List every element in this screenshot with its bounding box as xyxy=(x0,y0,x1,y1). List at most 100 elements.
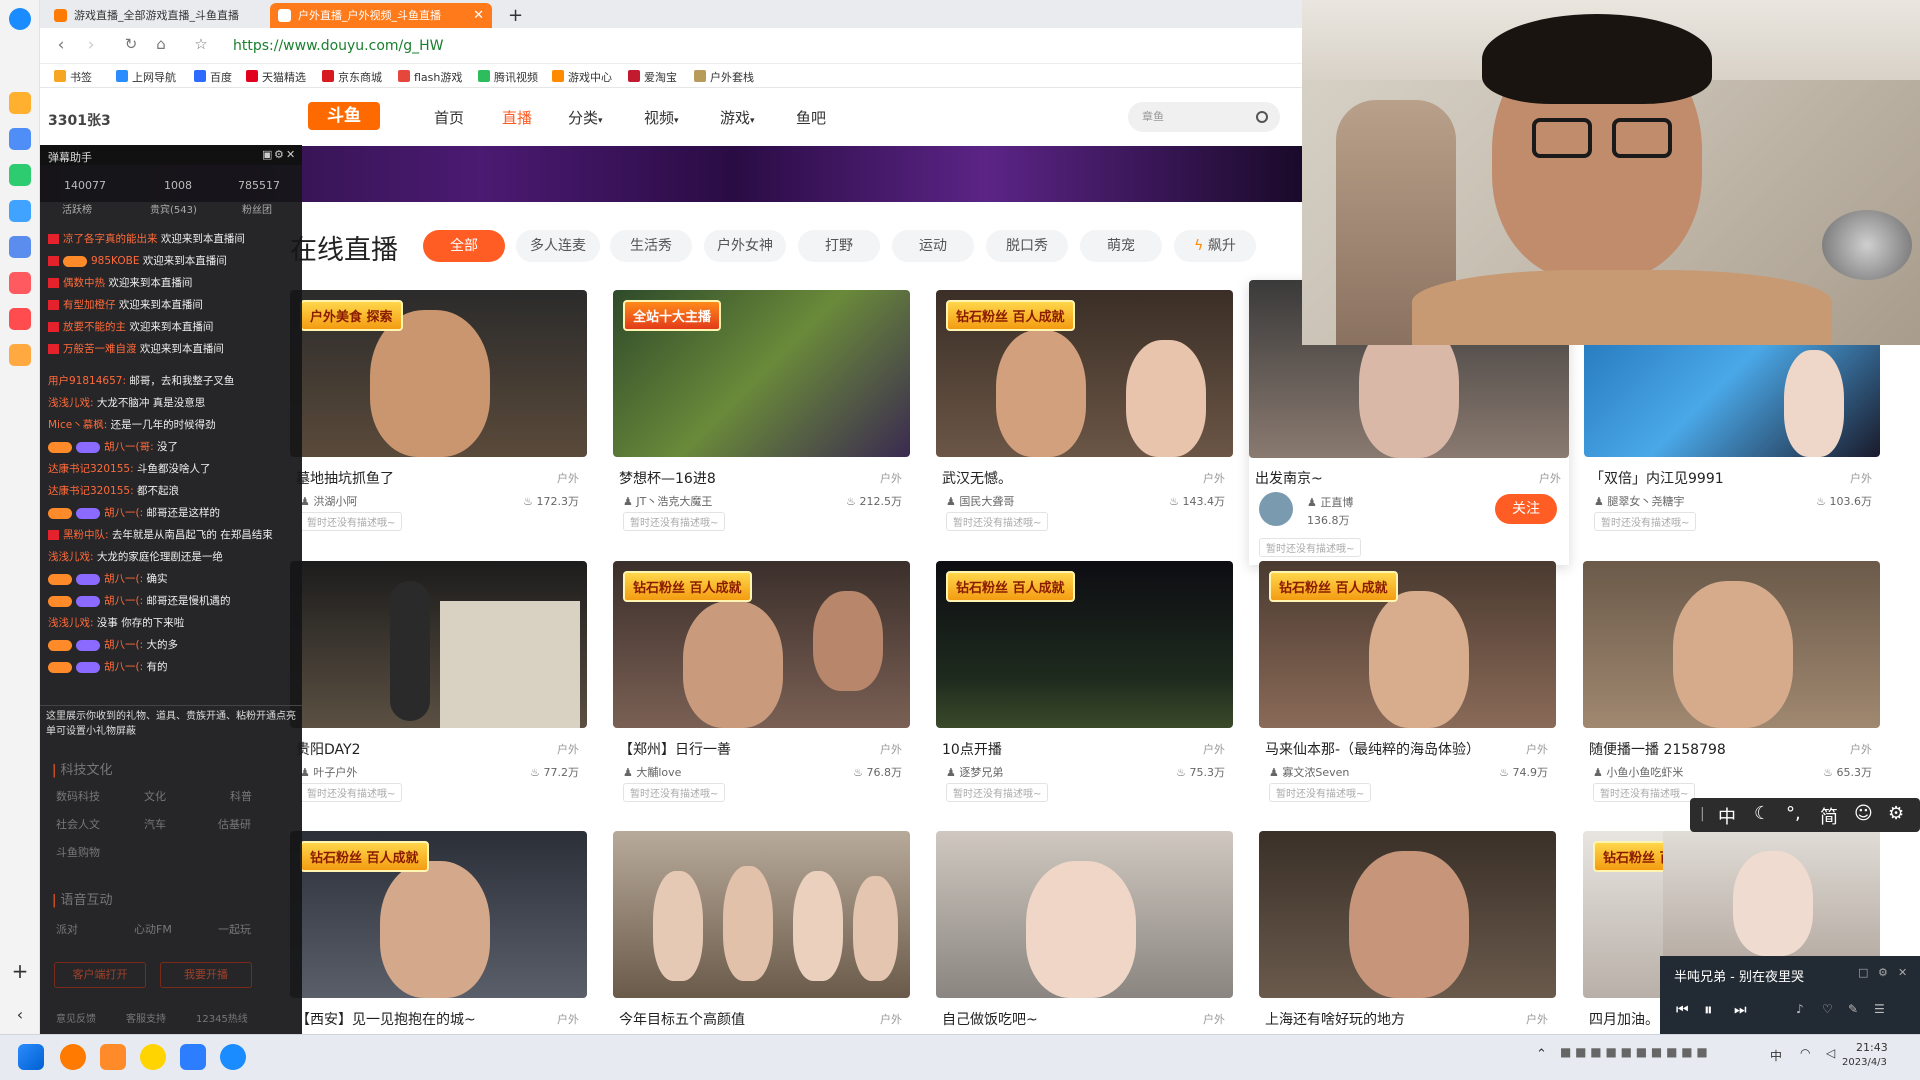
feedback-link[interactable]: 意见反馈 xyxy=(56,1010,96,1025)
refresh-icon[interactable]: ↻ xyxy=(120,35,142,53)
stream-card[interactable]: 贵阳DAY2 户外 ♟ 叶子户外 ♨ 77.2万 暂时还没有描述哦~ xyxy=(290,561,587,813)
stream-thumbnail[interactable]: 钻石粉丝 百人成就 xyxy=(1259,561,1556,728)
douyu-logo[interactable]: 斗鱼 xyxy=(308,102,380,130)
stream-category[interactable]: 户外 xyxy=(1203,741,1225,757)
category-link[interactable]: 心动FM xyxy=(134,921,172,937)
stream-card[interactable]: 钻石粉丝 百人成就 【郑州】日行一善 户外 ♟ 大黼love ♨ 76.8万 暂… xyxy=(613,561,910,813)
favorites-icon[interactable] xyxy=(9,92,31,114)
stream-card[interactable]: 上海还有啥好玩的地方 户外 xyxy=(1259,831,1556,1034)
filter-talk-show[interactable]: 脱口秀 xyxy=(986,230,1068,262)
ime-chinese-toggle[interactable]: 中 xyxy=(1718,803,1736,829)
nav-yuba[interactable]: 鱼吧 xyxy=(796,107,826,128)
stream-category[interactable]: 户外 xyxy=(1203,470,1225,486)
clock-time[interactable]: 21:43 xyxy=(1856,1041,1888,1054)
prev-icon[interactable]: ⏮ xyxy=(1676,1002,1689,1018)
pdf-icon[interactable] xyxy=(9,308,31,330)
stream-card[interactable]: 全站十大主播 梦想杯—16进8 户外 ♟ JT丶浩克大魔王 ♨ 212.5万 暂… xyxy=(613,290,910,542)
stream-title[interactable]: 上海还有啥好玩的地方 xyxy=(1265,1009,1525,1029)
stream-category[interactable]: 户外 xyxy=(880,741,902,757)
category-link[interactable]: 科普 xyxy=(230,788,252,804)
stream-thumbnail[interactable] xyxy=(290,561,587,728)
chat-tab-vip[interactable]: 贵宾(543) xyxy=(150,201,197,216)
app-icon[interactable] xyxy=(140,1044,166,1070)
filter-multi-mic[interactable]: 多人连麦 xyxy=(516,230,600,262)
streamer-name[interactable]: ♟ 小鱼小鱼吃虾米 xyxy=(1593,764,1683,780)
stream-card[interactable]: 自己做饭吃吧~ 户外 xyxy=(936,831,1233,1034)
category-link[interactable]: 社会人文 xyxy=(56,816,100,832)
nav-live[interactable]: 直播 xyxy=(502,107,532,128)
clock-date[interactable]: 2023/4/3 xyxy=(1842,1057,1887,1068)
stream-category[interactable]: 户外 xyxy=(557,741,579,757)
ime-simplified-toggle[interactable]: 简 xyxy=(1820,803,1838,829)
stream-thumbnail[interactable] xyxy=(936,831,1233,998)
bookmark-item[interactable]: flash游戏 xyxy=(398,69,462,85)
stream-title[interactable]: 随便播一播 2158798 xyxy=(1589,739,1849,759)
category-link[interactable]: 估基研 xyxy=(218,816,251,832)
stream-card[interactable]: 钻石粉丝 百人成就 四月加油。 xyxy=(1583,831,1663,1034)
category-link[interactable]: 斗鱼购物 xyxy=(56,844,100,860)
nav-game[interactable]: 游戏▾ xyxy=(720,107,755,128)
stream-card[interactable]: 钻石粉丝 百人成就 马来仙本那-（最纯粹的海岛体验） 户外 ♟ 寡文浓Seven… xyxy=(1259,561,1556,813)
stream-thumbnail[interactable] xyxy=(1259,831,1556,998)
chat-tab-active[interactable]: 活跃榜 xyxy=(62,201,92,216)
stream-title[interactable]: 贵阳DAY2 xyxy=(296,739,556,759)
stream-title[interactable]: 自己做饭吃吧~ xyxy=(942,1009,1202,1029)
nav-home[interactable]: 首页 xyxy=(434,107,464,128)
tab-game-live[interactable]: 游戏直播_全部游戏直播_斗鱼直播 xyxy=(46,3,266,28)
nav-video[interactable]: 视频▾ xyxy=(644,107,679,128)
translate-icon[interactable] xyxy=(9,272,31,294)
add-icon[interactable]: + xyxy=(9,960,31,982)
bookmark-item[interactable]: 书签 xyxy=(54,69,92,85)
avatar[interactable] xyxy=(1259,492,1293,526)
qq-browser-icon[interactable] xyxy=(220,1044,246,1070)
stream-thumbnail[interactable]: 钻石粉丝 百人成就 xyxy=(936,290,1233,457)
streamer-name[interactable]: ♟ 国民大聋哥 xyxy=(946,493,1014,509)
follow-button[interactable]: 关注 xyxy=(1495,494,1557,524)
bookmark-item[interactable]: 天猫精选 xyxy=(246,69,306,85)
stream-thumbnail[interactable] xyxy=(613,831,910,998)
stream-category[interactable]: 户外 xyxy=(1539,470,1561,486)
streamer-name[interactable]: ♟ 寡文浓Seven xyxy=(1269,764,1349,780)
wechat-icon[interactable] xyxy=(9,164,31,186)
streamer-name[interactable]: ♟ 大黼love xyxy=(623,764,681,780)
close-icon[interactable]: ✕ xyxy=(286,148,295,161)
stream-title[interactable]: 梦想杯—16进8 xyxy=(619,468,879,488)
moon-icon[interactable]: ☾ xyxy=(1754,803,1770,824)
punctuation-icon[interactable]: °, xyxy=(1786,803,1801,824)
bookmark-item[interactable]: 京东商城 xyxy=(322,69,382,85)
streamer-name[interactable]: ♟ 腿翠女丶尧糖宇 xyxy=(1594,493,1684,509)
filter-sports[interactable]: 运动 xyxy=(892,230,974,262)
close-icon[interactable]: ✕ xyxy=(1898,966,1907,979)
cloud-icon[interactable] xyxy=(9,200,31,222)
stream-title[interactable]: 马来仙本那-（最纯粹的海岛体验） xyxy=(1265,739,1525,759)
bookmark-item[interactable]: 百度 xyxy=(194,69,232,85)
chart-icon[interactable] xyxy=(9,236,31,258)
clock-icon[interactable] xyxy=(9,128,31,150)
category-link[interactable]: 数码科技 xyxy=(56,788,100,804)
streamer-name[interactable]: ♟ JT丶浩克大魔王 xyxy=(623,493,712,509)
filter-rising[interactable]: ϟ 飙升 xyxy=(1174,230,1256,262)
streamer-name[interactable]: ♟ 洪湖小阿 xyxy=(300,493,357,509)
search-input[interactable]: 章鱼 xyxy=(1128,102,1280,132)
stream-card[interactable]: 今年目标五个高颜值 户外 xyxy=(613,831,910,1034)
stream-title[interactable]: 今年目标五个高颜值 xyxy=(619,1009,879,1029)
gear-icon[interactable]: ⚙ xyxy=(274,148,284,161)
heart-icon[interactable]: ♡ xyxy=(1822,1002,1833,1016)
back-icon[interactable]: ‹ xyxy=(50,35,72,55)
category-link[interactable]: 文化 xyxy=(144,788,166,804)
stream-title[interactable]: 墓地抽坑抓鱼了 xyxy=(296,468,556,488)
bookmark-item[interactable]: 游戏中心 xyxy=(552,69,612,85)
stream-card[interactable]: 钻石粉丝 百人成就 【西安】见一见抱抱在的城~ 户外 xyxy=(290,831,587,1034)
category-link[interactable]: 派对 xyxy=(56,921,78,937)
lock-icon[interactable]: ▣ xyxy=(262,148,272,161)
pause-icon[interactable]: ⏸ xyxy=(1704,1000,1713,1020)
stream-category[interactable]: 户外 xyxy=(1526,1011,1548,1027)
stream-category[interactable]: 户外 xyxy=(1850,470,1872,486)
support-link[interactable]: 客服支持 xyxy=(126,1010,166,1025)
input-lang[interactable]: 中 xyxy=(1770,1047,1782,1064)
stream-card[interactable]: 钻石粉丝 百人成就 10点开播 户外 ♟ 逐梦兄弟 ♨ 75.3万 暂时还没有描… xyxy=(936,561,1233,813)
window-icon[interactable]: □ xyxy=(1858,966,1868,979)
start-stream-button[interactable]: 我要开播 xyxy=(160,962,252,988)
search-icon[interactable] xyxy=(1256,111,1268,123)
stream-category[interactable]: 户外 xyxy=(557,1011,579,1027)
